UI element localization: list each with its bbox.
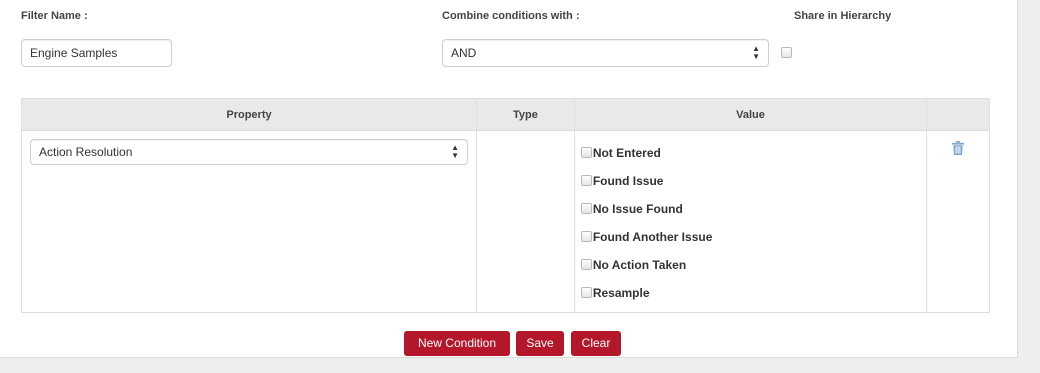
column-header-actions xyxy=(926,98,990,131)
value-checkbox[interactable] xyxy=(580,287,592,298)
value-checkbox[interactable] xyxy=(580,175,592,186)
share-in-hierarchy-checkbox[interactable] xyxy=(781,47,792,58)
property-select[interactable]: Action Resolution ▲ ▼ xyxy=(30,139,468,165)
value-cell: Not Entered Found Issue No Issue Found F… xyxy=(573,130,928,313)
value-option-label: Resample xyxy=(592,286,650,300)
value-checkbox[interactable] xyxy=(580,203,592,214)
combine-conditions-select[interactable]: AND ▲ ▼ xyxy=(442,39,769,67)
share-in-hierarchy-label: Share in Hierarchy xyxy=(794,10,892,22)
value-option[interactable]: Found Issue xyxy=(575,172,926,200)
value-checkbox[interactable] xyxy=(580,231,592,242)
value-option-label: Found Issue xyxy=(592,174,664,188)
value-option[interactable]: Resample xyxy=(575,284,926,312)
select-arrows-icon: ▲ ▼ xyxy=(451,143,459,160)
value-option[interactable]: Found Another Issue xyxy=(575,228,926,256)
save-button[interactable]: Save xyxy=(516,331,564,356)
clear-button[interactable]: Clear xyxy=(571,331,621,356)
new-condition-button[interactable]: New Condition xyxy=(404,331,510,356)
combine-conditions-value: AND xyxy=(451,46,477,60)
value-option-label: Not Entered xyxy=(592,146,661,160)
value-checkbox[interactable] xyxy=(580,259,592,270)
column-header-value: Value xyxy=(573,98,928,131)
value-option-label: No Issue Found xyxy=(592,202,683,216)
conditions-table: Property Type Value Action Resolution ▲ ▼ xyxy=(21,98,990,313)
column-header-type: Type xyxy=(476,98,575,131)
trash-icon[interactable] xyxy=(952,141,964,155)
value-option[interactable]: No Action Taken xyxy=(575,256,926,284)
filter-name-input[interactable]: Engine Samples xyxy=(21,39,172,67)
value-option-label: No Action Taken xyxy=(592,258,687,272)
value-option-label: Found Another Issue xyxy=(592,230,713,244)
value-checkbox[interactable] xyxy=(580,147,592,158)
table-header-row: Property Type Value xyxy=(21,98,990,131)
actions-cell xyxy=(926,130,990,313)
column-header-property: Property xyxy=(21,98,477,131)
type-cell xyxy=(476,130,575,313)
filter-panel: Filter Name : Engine Samples Combine con… xyxy=(0,0,1040,373)
property-select-value: Action Resolution xyxy=(39,145,133,159)
value-option[interactable]: No Issue Found xyxy=(575,200,926,228)
value-option[interactable]: Not Entered xyxy=(575,144,926,172)
property-cell: Action Resolution ▲ ▼ xyxy=(21,130,477,313)
combine-conditions-label: Combine conditions with : xyxy=(442,10,580,22)
select-arrows-icon: ▲ ▼ xyxy=(752,44,760,61)
filter-name-label: Filter Name : xyxy=(21,10,88,22)
table-row: Action Resolution ▲ ▼ Not Entered Found I… xyxy=(21,130,990,313)
filter-card: Filter Name : Engine Samples Combine con… xyxy=(0,0,1018,358)
